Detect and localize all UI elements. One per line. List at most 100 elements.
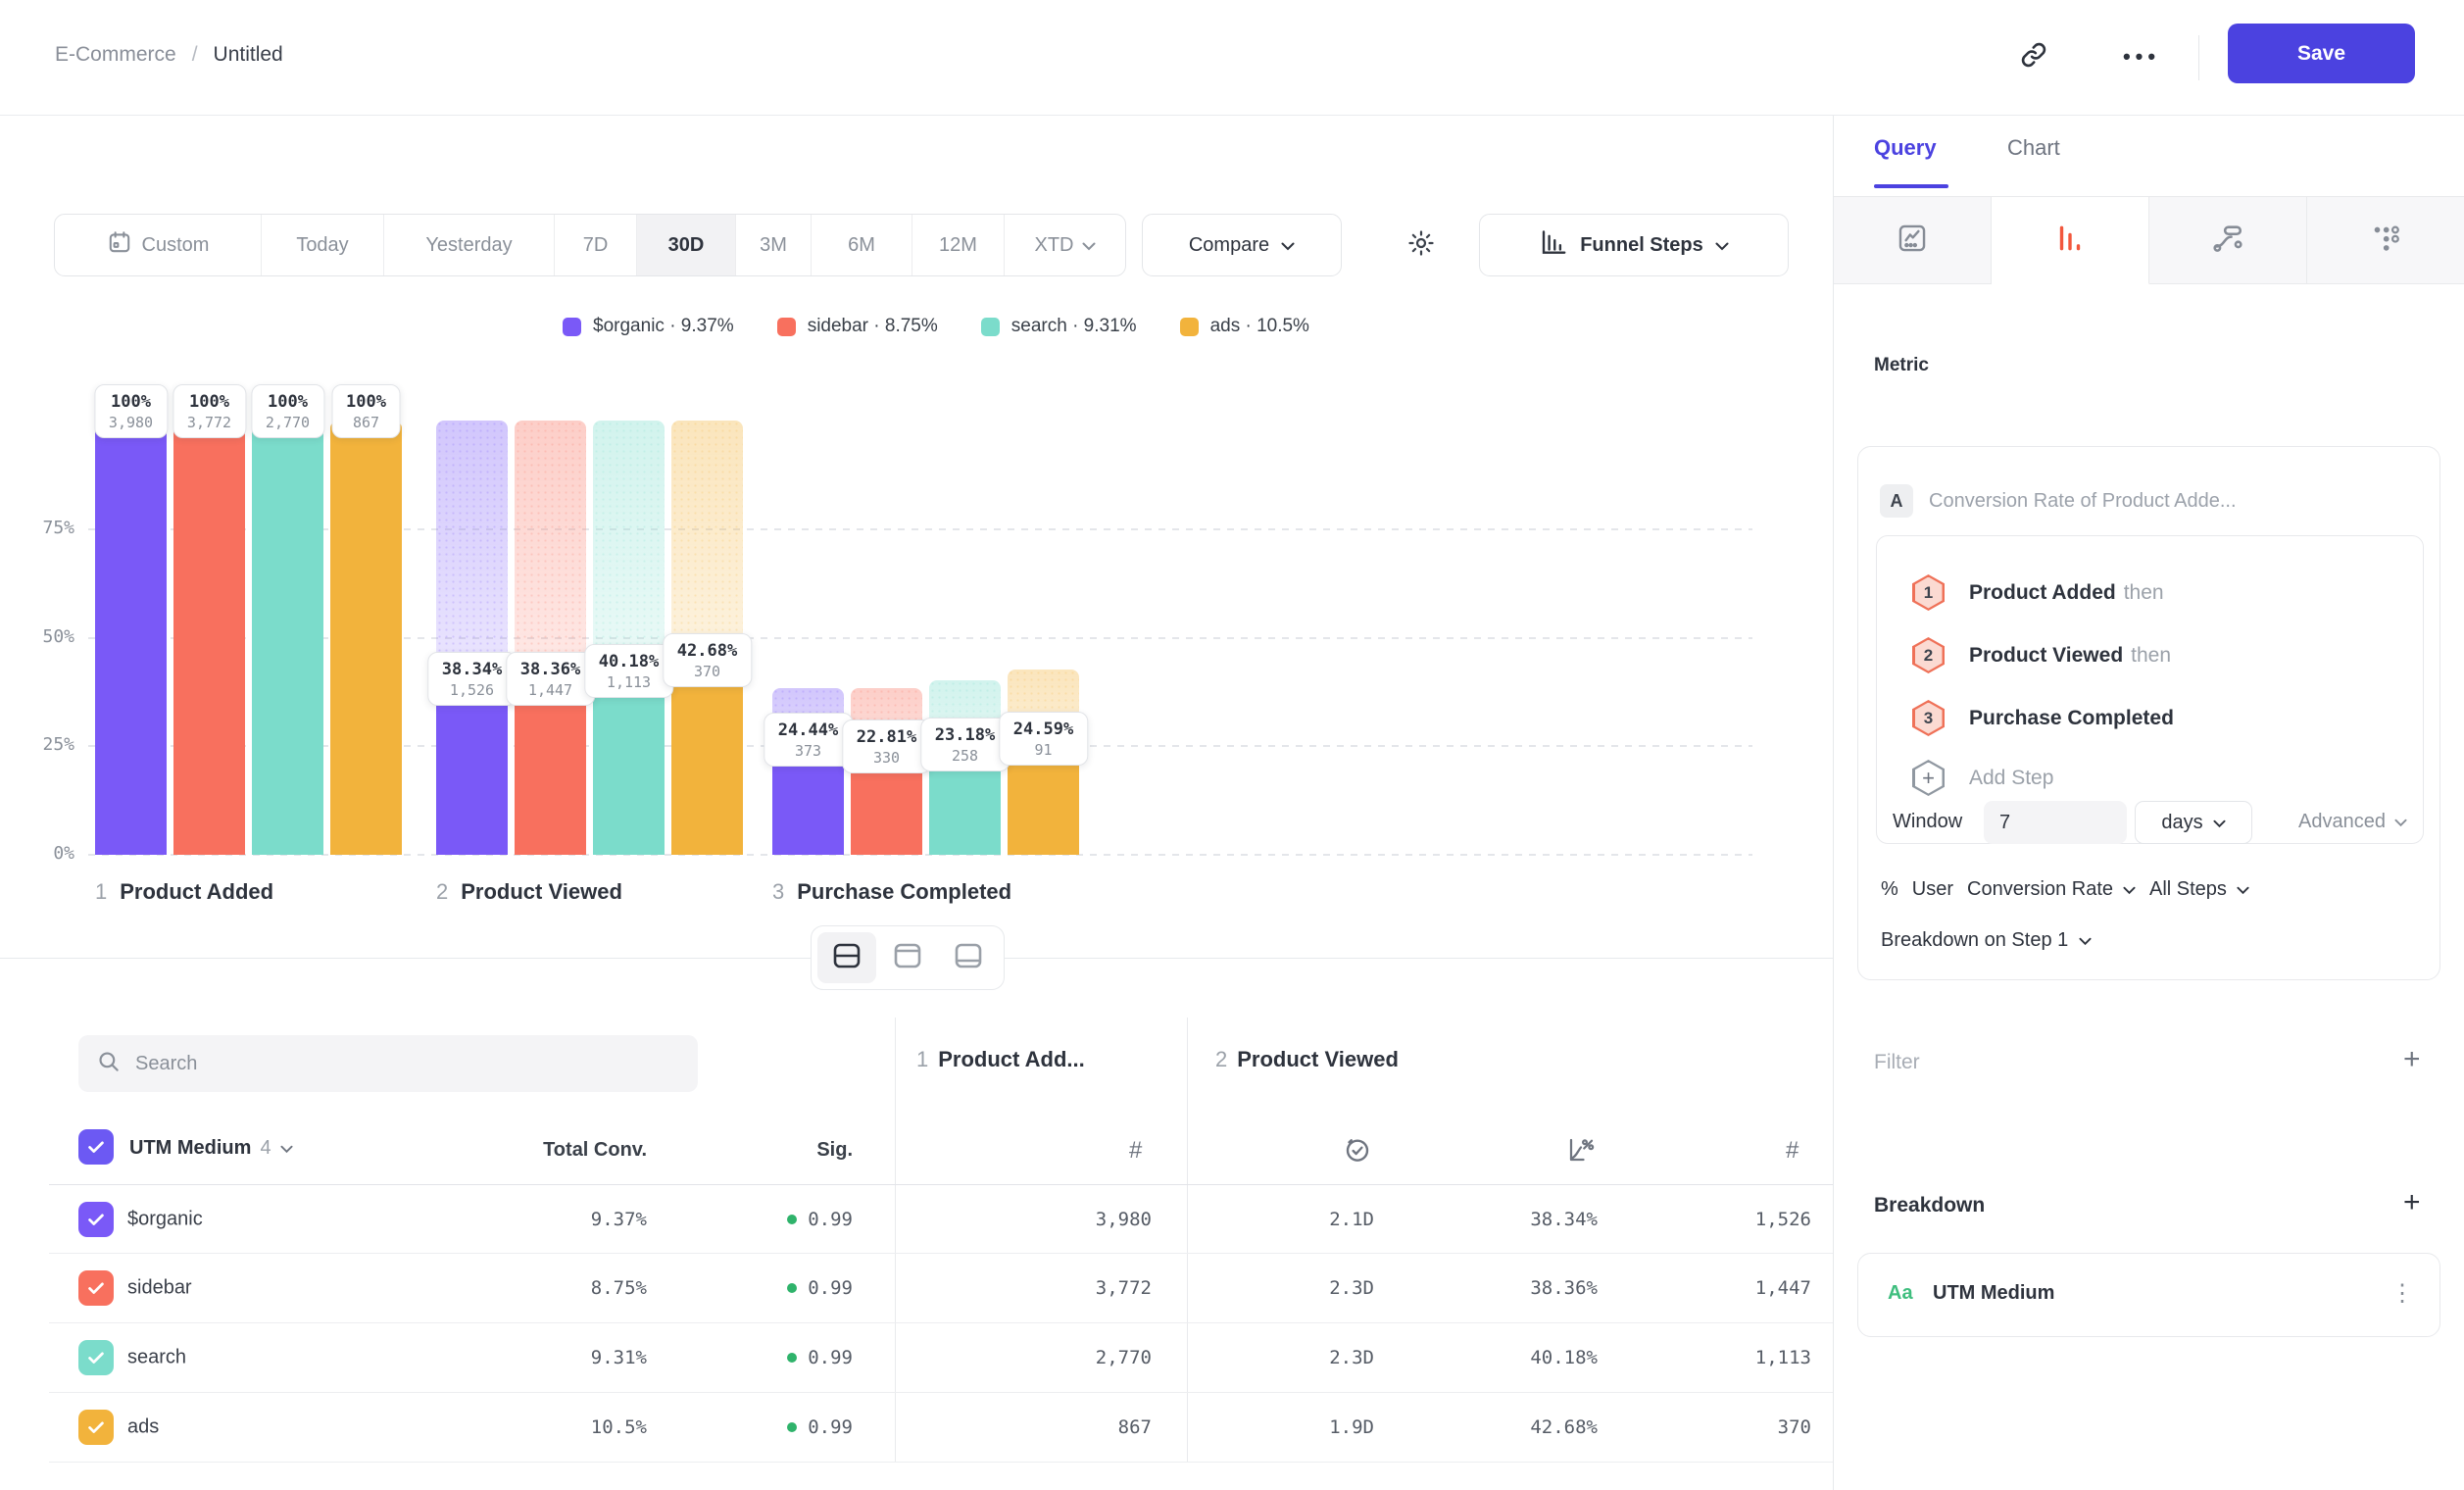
select-all-checkbox[interactable] xyxy=(78,1129,114,1165)
chart-settings-button[interactable] xyxy=(1400,224,1443,267)
breakdown-on-step-select[interactable]: Breakdown on Step 1 xyxy=(1881,929,2092,952)
ellipsis-icon: ••• xyxy=(2123,44,2160,70)
funnel-bar[interactable] xyxy=(173,421,245,855)
funnel-step-2[interactable]: 2 Product Viewedthen xyxy=(1912,637,2171,673)
row-step1-count: 3,772 xyxy=(1005,1277,1152,1299)
row-significance: 0.99 xyxy=(706,1277,853,1299)
legend-swatch xyxy=(777,318,796,336)
legend-item[interactable]: ads · 10.5% xyxy=(1180,316,1309,337)
range-30d[interactable]: 30D xyxy=(637,215,736,275)
funnel-value-badge: 100%867 xyxy=(331,384,401,438)
gear-icon xyxy=(1406,228,1436,263)
count-column-icon[interactable]: # xyxy=(1129,1137,1142,1165)
add-filter-button[interactable]: + xyxy=(2403,1045,2421,1074)
range-12m[interactable]: 12M xyxy=(912,215,1005,275)
funnel-value-badge: 24.44%373 xyxy=(764,713,853,767)
row-total-conv: 9.37% xyxy=(451,1209,647,1230)
step-number-badge: 2 xyxy=(1912,637,1945,673)
metric-title: Conversion Rate of Product Adde... xyxy=(1929,490,2409,513)
row-step2-count: 370 xyxy=(1654,1416,1811,1438)
table-row[interactable]: sidebar 8.75% 0.99 3,772 2.3D 38.36% 1,4… xyxy=(49,1254,1833,1323)
layout-split-horizontal-button[interactable] xyxy=(817,932,876,983)
breakdown-item-card[interactable]: Aa UTM Medium ⋮ xyxy=(1857,1253,2440,1337)
sig-column-header[interactable]: Sig. xyxy=(706,1139,853,1162)
funnel-bar[interactable] xyxy=(252,421,323,855)
tab-query[interactable]: Query xyxy=(1874,135,1937,161)
measure-entity[interactable]: User xyxy=(1912,878,1953,901)
row-label: ads xyxy=(127,1416,159,1439)
row-label: search xyxy=(127,1347,186,1369)
chart-type-line-tab[interactable] xyxy=(1834,197,1992,284)
tab-chart[interactable]: Chart xyxy=(2007,135,2060,161)
measure-type-select[interactable]: Conversion Rate xyxy=(1967,878,2136,901)
range-today[interactable]: Today xyxy=(262,215,384,275)
row-step1-count: 2,770 xyxy=(1005,1347,1152,1368)
range-3m[interactable]: 3M xyxy=(736,215,812,275)
kebab-menu-icon[interactable]: ⋮ xyxy=(2390,1279,2414,1308)
property-type-badge: Aa xyxy=(1888,1282,1913,1305)
row-total-conv: 9.31% xyxy=(451,1347,647,1368)
more-menu-button[interactable]: ••• xyxy=(2120,35,2163,78)
funnel-bar[interactable] xyxy=(671,670,743,855)
funnel-step-3[interactable]: 3 Purchase Completed xyxy=(1912,700,2182,736)
funnel-value-badge: 42.68%370 xyxy=(663,633,752,687)
avg-time-column-icon[interactable] xyxy=(1343,1135,1372,1169)
window-value-input[interactable] xyxy=(1984,801,2127,844)
chevron-down-icon xyxy=(2394,811,2407,833)
chart-type-strip xyxy=(1834,196,2464,284)
funnel-value-badge: 100%2,770 xyxy=(251,384,324,438)
funnel-step-1[interactable]: 1 Product Addedthen xyxy=(1912,574,2164,611)
funnel-bar[interactable] xyxy=(95,421,167,855)
legend-swatch xyxy=(563,318,581,336)
compare-button[interactable]: Compare xyxy=(1142,214,1342,276)
funnel-bar[interactable] xyxy=(515,688,586,855)
row-checkbox[interactable] xyxy=(78,1340,114,1375)
row-checkbox[interactable] xyxy=(78,1410,114,1445)
table-row[interactable]: $organic 9.37% 0.99 3,980 2.1D 38.34% 1,… xyxy=(49,1184,1833,1254)
search-input[interactable] xyxy=(135,1053,680,1075)
range-yesterday[interactable]: Yesterday xyxy=(384,215,555,275)
chart-type-funnel-tab[interactable] xyxy=(1992,197,2149,284)
breadcrumb-project[interactable]: E-Commerce xyxy=(55,43,176,67)
legend-item[interactable]: $organic · 9.37% xyxy=(563,316,734,337)
chevron-down-icon xyxy=(280,1137,293,1160)
legend-label: $organic · 9.37% xyxy=(593,316,734,337)
total-conv-column-header[interactable]: Total Conv. xyxy=(451,1139,647,1162)
add-step-button[interactable]: + Add Step xyxy=(1912,760,2053,796)
chart-type-flow-tab[interactable] xyxy=(2149,197,2307,284)
funnel-value-badge: 22.81%330 xyxy=(842,720,931,773)
range-6m[interactable]: 6M xyxy=(812,215,912,275)
range-xtd[interactable]: XTD xyxy=(1005,215,1125,275)
row-label: $organic xyxy=(127,1208,203,1230)
share-link-button[interactable] xyxy=(2012,35,2055,78)
groupby-column-header[interactable]: UTM Medium 4 xyxy=(129,1137,293,1160)
count-column-icon[interactable]: # xyxy=(1786,1137,1799,1165)
add-breakdown-button[interactable]: + xyxy=(2403,1188,2421,1217)
funnel-bar[interactable] xyxy=(330,421,402,855)
range-7d[interactable]: 7D xyxy=(555,215,637,275)
advanced-toggle[interactable]: Advanced xyxy=(2298,811,2407,833)
chevron-down-icon xyxy=(2237,878,2249,901)
breadcrumb-title[interactable]: Untitled xyxy=(214,43,283,67)
measure-scope-select[interactable]: All Steps xyxy=(2149,878,2249,901)
funnel-bar[interactable] xyxy=(436,688,508,855)
table-row[interactable]: search 9.31% 0.99 2,770 2.3D 40.18% 1,11… xyxy=(49,1323,1833,1393)
chart-type-dots-tab[interactable] xyxy=(2307,197,2464,284)
breadcrumb-separator: / xyxy=(192,43,198,67)
layout-chart-bottom-button[interactable] xyxy=(939,932,998,983)
row-checkbox[interactable] xyxy=(78,1270,114,1306)
table-row[interactable]: ads 10.5% 0.99 867 1.9D 42.68% 370 xyxy=(49,1393,1833,1463)
funnel-bar[interactable] xyxy=(593,680,665,855)
save-button[interactable]: Save xyxy=(2228,24,2415,83)
legend-item[interactable]: sidebar · 8.75% xyxy=(777,316,938,337)
window-unit-select[interactable]: days xyxy=(2135,801,2252,844)
range-custom[interactable]: Custom xyxy=(55,215,262,275)
conversion-column-icon[interactable] xyxy=(1566,1135,1596,1169)
legend-item[interactable]: search · 9.31% xyxy=(981,316,1137,337)
chart-view-selector[interactable]: Funnel Steps xyxy=(1479,214,1789,276)
metric-title-row[interactable]: A Conversion Rate of Product Adde... xyxy=(1880,484,2409,518)
y-axis-tick: 75% xyxy=(24,518,74,538)
legend-swatch xyxy=(981,318,1000,336)
layout-chart-top-button[interactable] xyxy=(878,932,937,983)
row-checkbox[interactable] xyxy=(78,1202,114,1237)
